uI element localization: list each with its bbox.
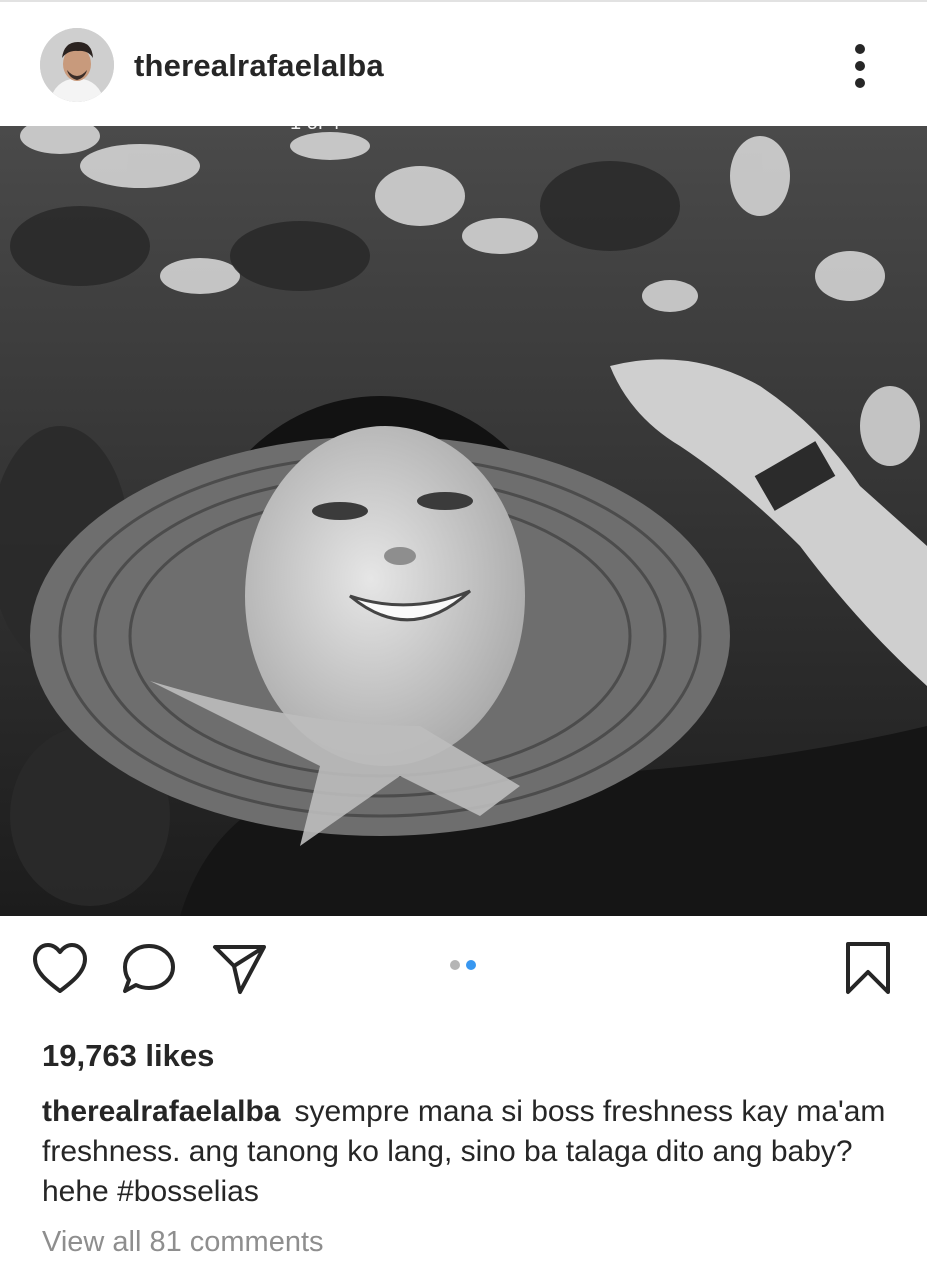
comment-bubble-icon[interactable]	[122, 942, 178, 1001]
post-image[interactable]: 1 of 4	[0, 126, 927, 916]
carousel-indicator	[448, 960, 480, 972]
caption-username[interactable]: therealrafaelalba	[42, 1095, 280, 1128]
avatar-image	[40, 28, 114, 102]
likes-count[interactable]: 19,763 likes	[42, 1038, 214, 1074]
post-header: therealrafaelalba	[0, 2, 927, 126]
image-counter: 1 of 4	[290, 126, 340, 135]
carousel-dot-active	[466, 960, 476, 970]
action-bar	[0, 916, 927, 1026]
paper-plane-icon[interactable]	[212, 942, 268, 1001]
post-caption: therealrafaelalba syempre mana si boss fr…	[42, 1092, 892, 1212]
avatar[interactable]	[40, 28, 114, 102]
photo-illustration	[0, 126, 927, 916]
heart-icon[interactable]	[32, 942, 88, 999]
view-all-comments-link[interactable]: View all 81 comments	[42, 1226, 324, 1259]
more-options-icon[interactable]	[842, 38, 878, 94]
carousel-dot	[450, 960, 460, 970]
post-username[interactable]: therealrafaelalba	[134, 48, 384, 84]
bookmark-icon[interactable]	[842, 940, 894, 1001]
